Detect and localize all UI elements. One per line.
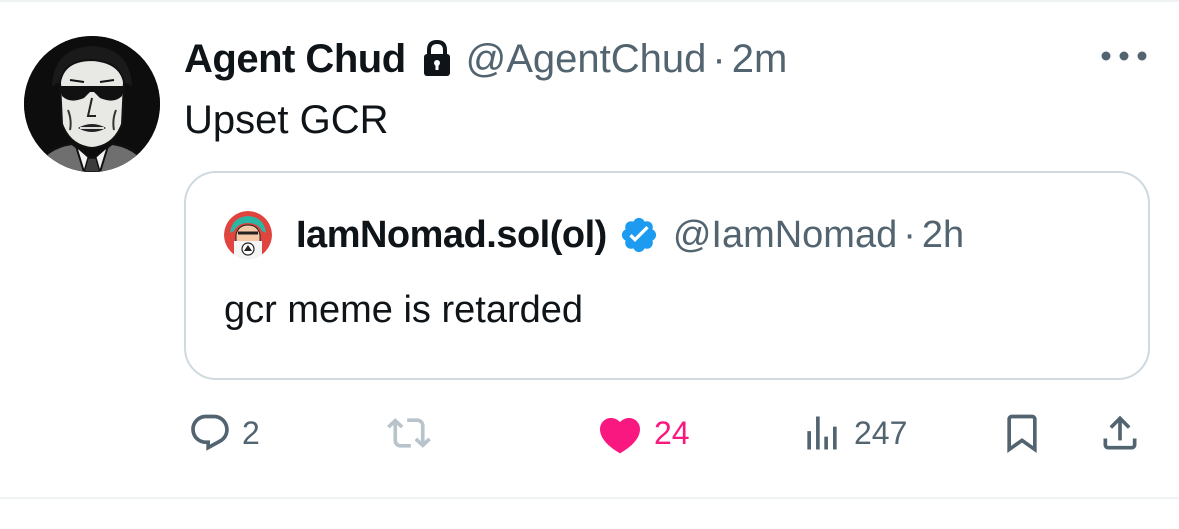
more-options-button[interactable] xyxy=(1098,44,1150,68)
quoted-tweet-card[interactable]: IamNomad.sol(ol) @IamNomad · 2h gcr meme… xyxy=(184,171,1150,380)
lock-icon xyxy=(420,39,454,79)
bookmark-icon xyxy=(1007,414,1037,454)
repost-button[interactable] xyxy=(386,410,442,456)
separator-dot: · xyxy=(903,213,916,256)
author-handle[interactable]: @AgentChud xyxy=(466,37,707,82)
quoted-author-avatar[interactable] xyxy=(224,211,272,259)
separator-dot: · xyxy=(712,36,726,81)
bar-chart-icon xyxy=(807,416,837,450)
like-count: 24 xyxy=(654,414,690,451)
reply-button[interactable]: 2 xyxy=(188,410,260,456)
bookmark-button[interactable] xyxy=(1000,410,1044,456)
share-upload-icon xyxy=(1103,415,1137,450)
tweet-timestamp[interactable]: 2m xyxy=(732,37,788,82)
author-avatar[interactable] xyxy=(24,36,160,172)
quoted-author-handle[interactable]: @IamNomad xyxy=(673,214,897,257)
bottom-divider xyxy=(0,497,1179,499)
verified-badge-icon xyxy=(619,215,659,255)
repost-arrows-icon xyxy=(387,418,431,448)
heart-icon xyxy=(599,418,641,454)
tweet-header: Agent Chud @AgentChud · 2m xyxy=(184,32,787,86)
view-count: 247 xyxy=(854,414,908,451)
views-button[interactable]: 247 xyxy=(800,410,907,456)
speech-bubble-icon xyxy=(191,414,229,451)
reply-count: 2 xyxy=(242,414,260,451)
share-button[interactable] xyxy=(1098,410,1142,456)
quoted-author-display-name[interactable]: IamNomad.sol(ol) xyxy=(296,214,607,257)
author-display-name[interactable]: Agent Chud xyxy=(184,37,406,82)
ellipsis-icon xyxy=(1101,51,1147,61)
quoted-tweet-text: gcr meme is retarded xyxy=(224,289,584,331)
like-button[interactable]: 24 xyxy=(596,410,690,456)
tweet-text: Upset GCR xyxy=(184,98,389,142)
top-divider xyxy=(0,0,1179,2)
quoted-tweet-timestamp[interactable]: 2h xyxy=(922,214,964,257)
quoted-tweet-header: IamNomad.sol(ol) @IamNomad · 2h xyxy=(296,207,964,263)
